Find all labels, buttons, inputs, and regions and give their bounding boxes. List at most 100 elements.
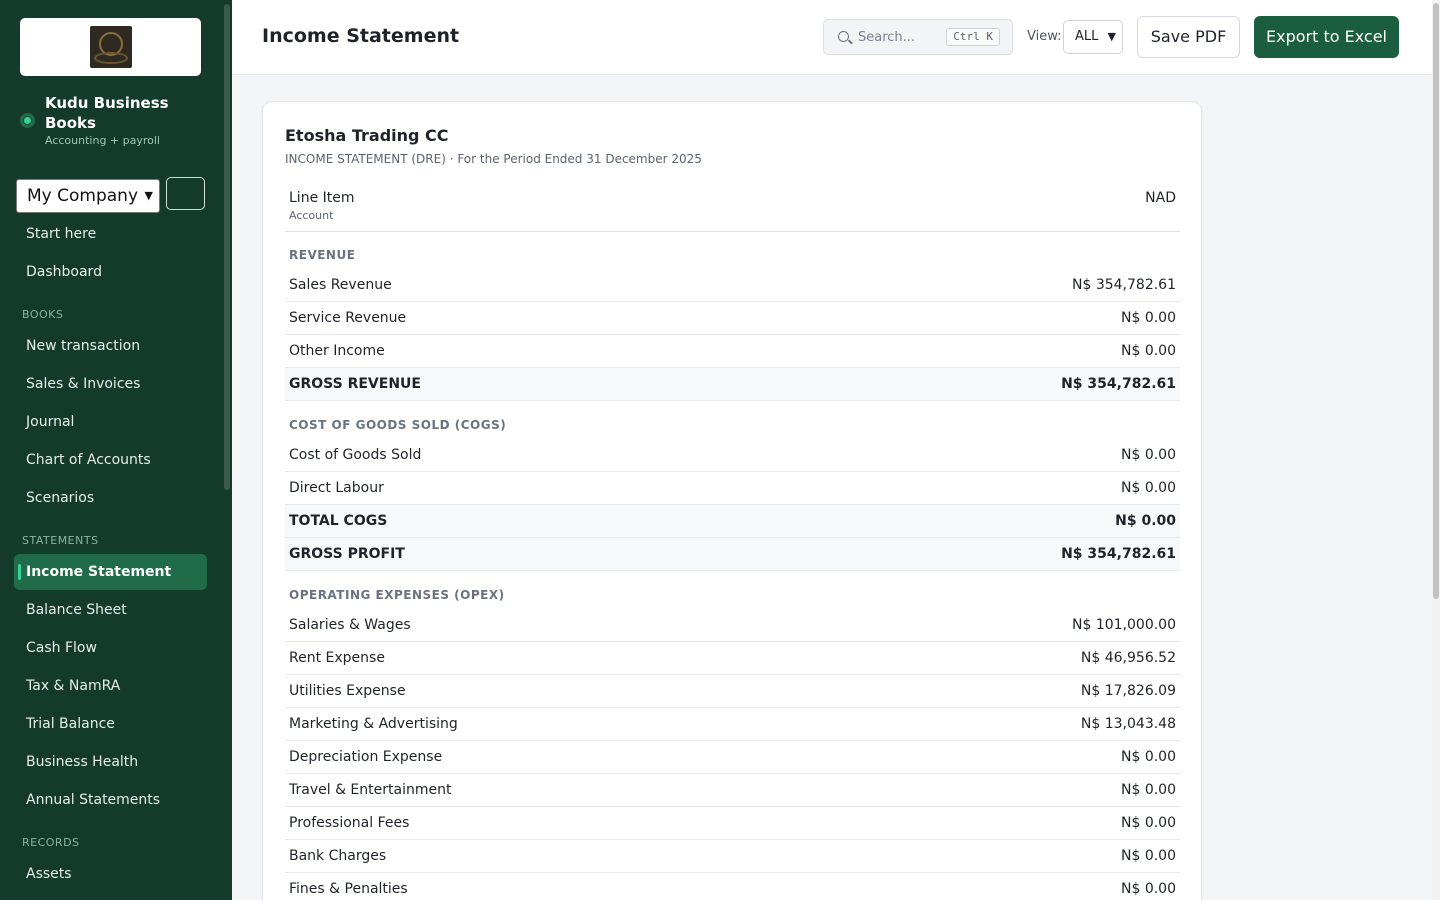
- chevron-down-icon: ▼: [1107, 30, 1116, 43]
- nav-start-here[interactable]: Start here: [14, 216, 207, 252]
- logo-card[interactable]: [20, 18, 201, 76]
- total-row-gross-revenue: GROSS REVENUE N$ 354,782.61: [285, 368, 1180, 401]
- row-label: TOTAL COGS: [289, 513, 388, 529]
- row-value: N$ 46,956.52: [1080, 650, 1176, 666]
- page-scrollbar-thumb[interactable]: [1433, 3, 1439, 599]
- page-title: Income Statement: [262, 25, 460, 47]
- row-label: Direct Labour: [289, 480, 384, 496]
- table-row: Fines & Penalties N$ 0.00: [285, 873, 1180, 900]
- nav-chart-of-accounts[interactable]: Chart of Accounts: [14, 442, 207, 478]
- row-label: Depreciation Expense: [289, 749, 443, 765]
- row-label: Travel & Entertainment: [289, 782, 452, 798]
- sidebar: Kudu Business Books Accounting + payroll…: [0, 0, 232, 900]
- table-row: Rent Expense N$ 46,956.52: [285, 642, 1180, 675]
- search-shortcut-badge: Ctrl K: [946, 28, 1000, 46]
- view-select[interactable]: ALL ▼: [1063, 20, 1123, 54]
- row-value: N$ 13,043.48: [1080, 716, 1176, 732]
- row-value: N$ 354,782.61: [1072, 277, 1176, 293]
- brand-name: Kudu Business Books: [45, 94, 169, 132]
- row-value: N$ 0.00: [1120, 447, 1176, 463]
- nav-section-records: RECORDS: [22, 836, 80, 849]
- search-icon: [838, 31, 849, 42]
- row-label: Professional Fees: [289, 815, 410, 831]
- table-row: Professional Fees N$ 0.00: [285, 807, 1180, 840]
- save-pdf-button[interactable]: Save PDF: [1137, 16, 1240, 58]
- row-value: N$ 0.00: [1120, 343, 1176, 359]
- nav-section-statements: STATEMENTS: [22, 534, 99, 547]
- table-row: Bank Charges N$ 0.00: [285, 840, 1180, 873]
- statement-subtitle: INCOME STATEMENT (DRE) · For the Period …: [285, 152, 702, 166]
- row-label: GROSS PROFIT: [289, 546, 405, 562]
- company-action-button[interactable]: [166, 177, 205, 210]
- row-label: Rent Expense: [289, 650, 385, 666]
- row-label: GROSS REVENUE: [289, 376, 421, 392]
- row-value: N$ 101,000.00: [1072, 617, 1176, 633]
- page-scrollbar[interactable]: [1432, 0, 1440, 900]
- table-row: Marketing & Advertising N$ 13,043.48: [285, 708, 1180, 741]
- nav-sales-invoices[interactable]: Sales & Invoices: [14, 366, 207, 402]
- table-row: Direct Labour N$ 0.00: [285, 472, 1180, 505]
- view-label: View:: [1027, 29, 1062, 44]
- section-title-opex: OPERATING EXPENSES (OPEX): [289, 588, 505, 602]
- nav-cash-flow[interactable]: Cash Flow: [14, 630, 207, 666]
- row-value: N$ 0.00: [1120, 310, 1176, 326]
- company-name: Etosha Trading CC: [285, 126, 449, 145]
- row-value: N$ 0.00: [1120, 848, 1176, 864]
- brand-tagline: Accounting + payroll: [45, 134, 160, 147]
- row-value: N$ 354,782.61: [1061, 546, 1176, 562]
- nav-business-health[interactable]: Business Health: [14, 744, 207, 780]
- nav-balance-sheet[interactable]: Balance Sheet: [14, 592, 207, 628]
- nav-journal[interactable]: Journal: [14, 404, 207, 440]
- column-header-line-item: Line Item: [289, 190, 355, 206]
- row-label: Cost of Goods Sold: [289, 447, 422, 463]
- row-value: N$ 354,782.61: [1061, 376, 1176, 392]
- row-label: Service Revenue: [289, 310, 407, 326]
- income-statement-card: Etosha Trading CC INCOME STATEMENT (DRE)…: [262, 101, 1202, 900]
- table-row: Service Revenue N$ 0.00: [285, 302, 1180, 335]
- table-row: Other Income N$ 0.00: [285, 335, 1180, 368]
- row-label: Salaries & Wages: [289, 617, 411, 633]
- nav-assets[interactable]: Assets: [14, 856, 207, 892]
- nav-section-books: BOOKS: [22, 308, 64, 321]
- nav-annual-statements[interactable]: Annual Statements: [14, 782, 207, 818]
- table-row: Sales Revenue N$ 354,782.61: [285, 269, 1180, 302]
- status-dot-icon: [20, 113, 35, 128]
- chevron-down-icon: ▼: [144, 189, 153, 202]
- nav-new-transaction[interactable]: New transaction: [14, 328, 207, 364]
- row-value: N$ 0.00: [1115, 513, 1176, 529]
- company-logo: [89, 26, 132, 68]
- row-value: N$ 0.00: [1120, 749, 1176, 765]
- nav-income-statement[interactable]: Income Statement: [14, 554, 207, 590]
- row-value: N$ 0.00: [1120, 782, 1176, 798]
- sidebar-scrollbar[interactable]: [224, 4, 230, 490]
- row-label: Other Income: [289, 343, 385, 359]
- column-header-currency: NAD: [1145, 190, 1176, 206]
- table-row: Travel & Entertainment N$ 0.00: [285, 774, 1180, 807]
- table-row: Utilities Expense N$ 17,826.09: [285, 675, 1180, 708]
- nav-trial-balance[interactable]: Trial Balance: [14, 706, 207, 742]
- row-value: N$ 17,826.09: [1080, 683, 1176, 699]
- row-value: N$ 0.00: [1120, 881, 1176, 897]
- view-select-value: ALL: [1075, 29, 1099, 44]
- table-header: Line Item Account NAD: [285, 190, 1180, 232]
- column-header-account: Account: [289, 209, 334, 222]
- table-row: Salaries & Wages N$ 101,000.00: [285, 609, 1180, 642]
- top-header: Income Statement Search... Ctrl K View: …: [232, 0, 1440, 75]
- company-select[interactable]: My Company ▼: [16, 179, 160, 213]
- export-excel-button[interactable]: Export to Excel: [1254, 16, 1399, 58]
- total-row-cogs: TOTAL COGS N$ 0.00: [285, 505, 1180, 538]
- table-row: Depreciation Expense N$ 0.00: [285, 741, 1180, 774]
- row-label: Sales Revenue: [289, 277, 392, 293]
- search-input[interactable]: Search... Ctrl K: [823, 19, 1013, 55]
- search-placeholder: Search...: [858, 30, 916, 45]
- company-select-value: My Company: [27, 186, 139, 206]
- nav-dashboard[interactable]: Dashboard: [14, 254, 207, 290]
- row-label: Utilities Expense: [289, 683, 406, 699]
- section-title-revenue: REVENUE: [289, 248, 356, 262]
- row-label: Fines & Penalties: [289, 881, 408, 897]
- section-title-cogs: COST OF GOODS SOLD (COGS): [289, 418, 507, 432]
- nav-tax-namra[interactable]: Tax & NamRA: [14, 668, 207, 704]
- row-label: Bank Charges: [289, 848, 387, 864]
- nav-scenarios[interactable]: Scenarios: [14, 480, 207, 516]
- row-label: Marketing & Advertising: [289, 716, 458, 732]
